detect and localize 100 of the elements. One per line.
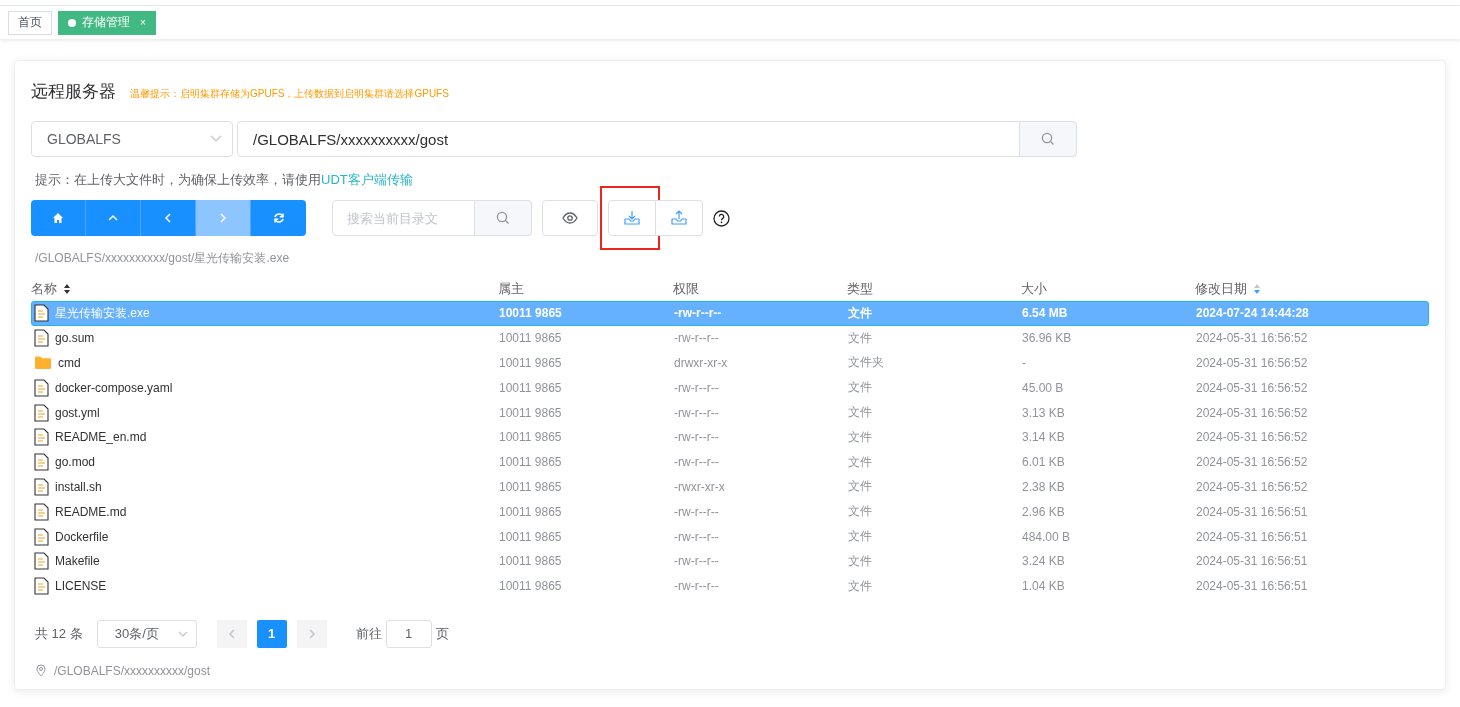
column-header: 权限	[673, 280, 699, 298]
next-page-button[interactable]	[296, 619, 327, 648]
type-cell: 文件	[848, 305, 872, 320]
eye-icon	[561, 209, 579, 227]
size-cell: 36.96 KB	[1022, 331, 1072, 346]
size-cell: 3.24 KB	[1022, 554, 1065, 569]
document-icon	[34, 403, 49, 422]
permission-cell: -rw-r--r--	[674, 430, 719, 445]
date-cell: 2024-05-31 16:56:52	[1196, 331, 1308, 346]
type-cell: 文件	[848, 504, 872, 519]
home-button[interactable]	[31, 200, 86, 236]
owner-cell: 10011 9865	[499, 306, 562, 321]
help-icon[interactable]	[713, 209, 730, 227]
sort-icon[interactable]	[63, 283, 71, 295]
file-row[interactable]: cmd 10011 9865 drwxr-xr-x 文件夹 - 2024-05-31 16:56:52	[31, 350, 1429, 376]
type-cell: 文件	[848, 578, 872, 593]
owner-cell: 10011 9865	[499, 331, 562, 346]
document-icon	[34, 527, 49, 546]
document-icon	[34, 304, 49, 323]
date-cell: 2024-05-31 16:56:52	[1196, 405, 1308, 420]
type-cell: 文件	[848, 529, 872, 544]
date-cell: 2024-07-24 14:44:28	[1196, 306, 1309, 321]
file-row[interactable]: README_en.md 10011 9865 -rw-r--r-- 文件 3.14 KB 2024-05-31 16:56:52	[31, 425, 1429, 450]
download-button[interactable]	[608, 200, 656, 236]
date-cell: 2024-05-31 16:56:51	[1196, 504, 1308, 519]
document-icon	[34, 577, 49, 596]
warning-text: 温馨提示：启明集群存储为GPUFS，上传数据到启明集群请选择GPUFS	[130, 87, 449, 101]
type-cell: 文件	[848, 454, 872, 469]
owner-cell: 10011 9865	[499, 405, 562, 420]
file-name: docker-compose.yaml	[55, 380, 173, 395]
owner-cell: 10011 9865	[499, 504, 562, 519]
size-cell: 45.00 B	[1022, 380, 1064, 395]
search-button[interactable]	[475, 200, 532, 236]
chevron-down-icon	[210, 135, 222, 143]
file-name: 星光传输安装.exe	[55, 304, 150, 322]
back-button[interactable]	[141, 200, 196, 236]
previous-page-button[interactable]	[216, 619, 247, 648]
date-cell: 2024-05-31 16:56:52	[1196, 430, 1308, 445]
file-row[interactable]: docker-compose.yaml 10011 9865 -rw-r--r-- 文件 45.00 B 2024-05-31 16:56:52	[31, 375, 1429, 401]
filter-field[interactable]: 搜索当前目录文	[332, 200, 475, 236]
storage-select[interactable]: GLOBALFS	[31, 121, 233, 157]
preview-button[interactable]	[542, 200, 598, 236]
type-cell: 文件	[848, 429, 872, 444]
file-name: cmd	[58, 356, 81, 370]
document-icon	[34, 552, 49, 571]
size-cell: 2.96 KB	[1022, 504, 1065, 519]
owner-cell: 10011 9865	[499, 529, 562, 544]
owner-cell: 10011 9865	[499, 455, 562, 470]
document-icon	[34, 428, 49, 447]
permission-cell: -rw-r--r--	[674, 504, 719, 519]
search-icon	[1041, 132, 1055, 146]
page-size-select[interactable]: 30条/页	[96, 619, 197, 648]
file-row[interactable]: Makefile 10011 9865 -rw-r--r-- 文件 3.24 KB 2024-05-31 16:56:51	[31, 548, 1429, 574]
column-header: 属主	[498, 280, 524, 298]
hint-text: 提示：在上传大文件时，为确保上传效率，请使用UDT客户端传输	[35, 171, 414, 189]
refresh-button[interactable]	[251, 200, 306, 236]
file-row[interactable]: go.mod 10011 9865 -rw-r--r-- 文件 6.01 KB 2024-05-31 16:56:52	[31, 449, 1429, 475]
file-name: go.mod	[55, 455, 96, 470]
date-cell: 2024-05-31 16:56:52	[1196, 455, 1308, 470]
search-button[interactable]	[1019, 121, 1077, 157]
permission-cell: -rw-r--r--	[674, 331, 719, 346]
document-icon	[34, 453, 49, 472]
chevron-right-icon	[307, 628, 316, 639]
file-row[interactable]: README.md 10011 9865 -rw-r--r-- 文件 2.96 KB 2024-05-31 16:56:51	[31, 499, 1429, 525]
download-icon	[623, 209, 641, 227]
permission-cell: -rw-r--r--	[674, 455, 719, 470]
goto-label: 前往	[355, 624, 382, 643]
date-cell: 2024-05-31 16:56:51	[1196, 529, 1308, 544]
size-cell: 3.13 KB	[1022, 405, 1065, 420]
owner-cell: 10011 9865	[499, 380, 562, 395]
upload-button[interactable]	[656, 200, 703, 236]
file-name: LICENSE	[55, 579, 107, 594]
file-row[interactable]: LICENSE 10011 9865 -rw-r--r-- 文件 1.04 KB 2024-05-31 16:56:51	[31, 573, 1429, 599]
date-cell: 2024-05-31 16:56:52	[1196, 479, 1308, 494]
refresh-icon	[271, 211, 286, 225]
document-icon	[34, 329, 49, 348]
permission-cell: -rw-r--r--	[674, 405, 719, 420]
page-field[interactable]: 1	[385, 619, 432, 648]
date-cell: 2024-05-31 16:56:51	[1196, 554, 1308, 569]
permission-cell: -rw-r--r--	[674, 380, 719, 395]
chevron-down-icon	[177, 630, 188, 637]
file-name: README_en.md	[55, 430, 147, 445]
size-cell: 2.38 KB	[1022, 479, 1065, 494]
file-row[interactable]: gost.yml 10011 9865 -rw-r--r-- 文件 3.13 KB 2024-05-31 16:56:52	[31, 400, 1429, 425]
page-tab[interactable]: 首页	[8, 10, 52, 35]
column-header: 名称	[31, 280, 57, 298]
file-name: Makefile	[55, 554, 100, 569]
type-cell: 文件	[848, 330, 872, 345]
path-field[interactable]: /GLOBALFS/xxxxxxxxxx/gost	[237, 121, 1020, 157]
file-row[interactable]: go.sum 10011 9865 -rw-r--r-- 文件 36.96 KB 2024-05-31 16:56:52	[31, 325, 1429, 351]
column-header: 修改日期	[1195, 280, 1247, 298]
file-name: gost.yml	[55, 405, 100, 420]
date-cell: 2024-05-31 16:56:52	[1196, 356, 1308, 370]
selected-path-text: /GLOBALFS/xxxxxxxxxx/gost/星光传输安装.exe	[35, 250, 291, 267]
file-name: go.sum	[55, 331, 95, 346]
file-row[interactable]: Dockerfile 10011 9865 -rw-r--r-- 文件 484.00 B 2024-05-31 16:56:51	[31, 524, 1429, 549]
type-cell: 文件夹	[848, 355, 884, 370]
column-header: 大小	[1021, 280, 1047, 298]
upload-icon	[670, 209, 688, 227]
file-row[interactable]: install.sh 10011 9865 -rwxr-xr-x 文件 2.38 KB 2024-05-31 16:56:52	[31, 474, 1429, 500]
